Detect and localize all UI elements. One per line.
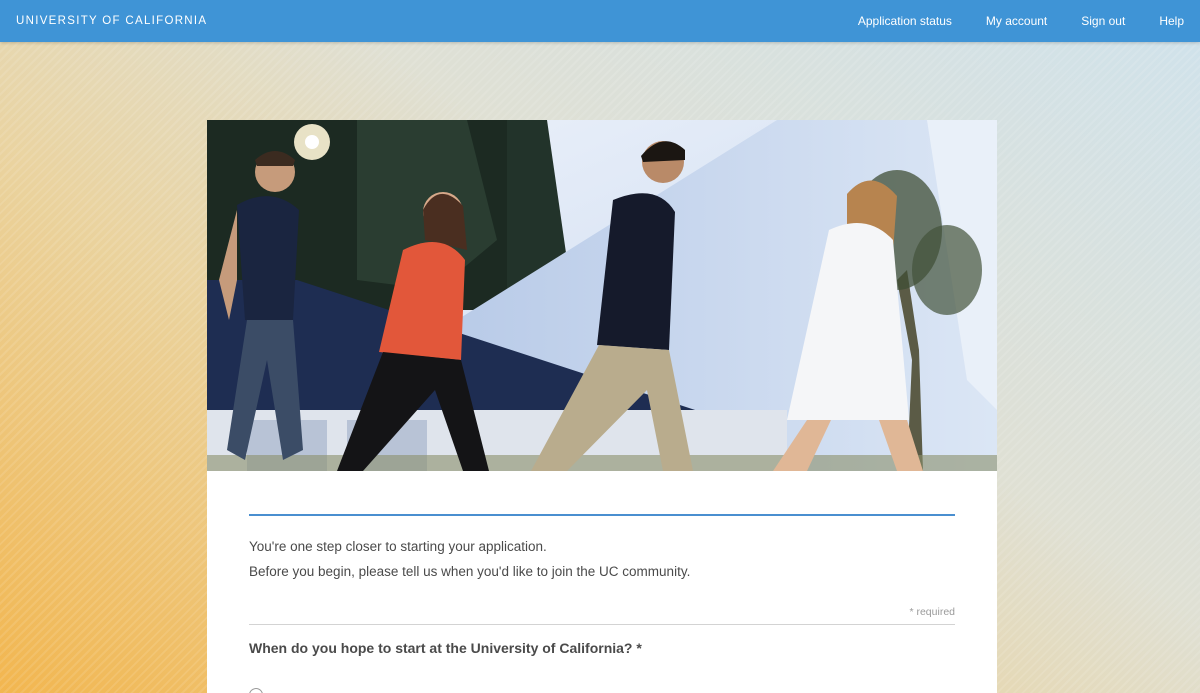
top-nav: Application status My account Sign out H…: [824, 14, 1184, 28]
brand-logo-text[interactable]: UNIVERSITY OF CALIFORNIA: [16, 15, 207, 27]
nav-my-account-link[interactable]: My account: [986, 14, 1047, 28]
nav-application-status-link[interactable]: Application status: [858, 14, 952, 28]
nav-sign-out-link[interactable]: Sign out: [1081, 14, 1125, 28]
hero-photo-students-walking: [207, 120, 997, 471]
nav-help-link[interactable]: Help: [1159, 14, 1184, 28]
application-intro-section: You're one step closer to starting your …: [207, 514, 997, 656]
section-divider: [249, 624, 955, 625]
application-start-card: You're one step closer to starting your …: [207, 120, 997, 693]
intro-line-1: You're one step closer to starting your …: [249, 539, 547, 554]
intro-text: You're one step closer to starting your …: [249, 534, 955, 584]
top-navigation-bar: UNIVERSITY OF CALIFORNIA Application sta…: [0, 0, 1200, 42]
start-term-question: When do you hope to start at the Univers…: [249, 640, 642, 656]
intro-line-2: Before you begin, please tell us when yo…: [249, 564, 691, 579]
accent-divider: [249, 514, 955, 516]
start-term-radio-option[interactable]: [249, 688, 263, 693]
required-note: * required: [909, 606, 955, 618]
